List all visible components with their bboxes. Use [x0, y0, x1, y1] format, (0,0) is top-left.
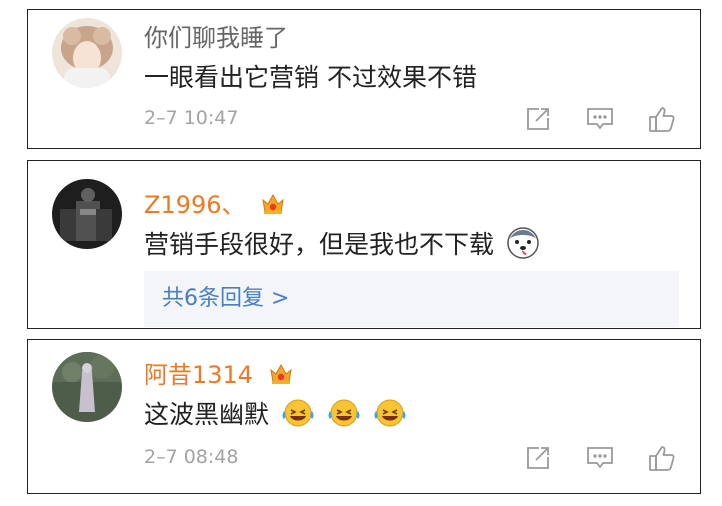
avatar[interactable] — [52, 18, 122, 88]
avatar[interactable] — [52, 179, 122, 249]
share-icon[interactable] — [524, 105, 552, 133]
comment-text: 一眼看出它营销 不过效果不错 — [144, 63, 477, 92]
comment-card: 阿昔1314 这波黑幽默 2–7 08:48 — [27, 339, 701, 494]
husky-emoji-icon — [506, 226, 540, 266]
timestamp: 2–7 10:47 — [144, 107, 239, 129]
crown-badge-icon — [267, 360, 295, 392]
laughing-tears-emoji-icon — [373, 398, 407, 434]
laughing-tears-emoji-icon — [327, 398, 361, 434]
action-bar — [524, 105, 676, 133]
comment-icon[interactable] — [586, 105, 614, 133]
timestamp: 2–7 08:48 — [144, 446, 239, 468]
username[interactable]: 阿昔1314 — [144, 355, 295, 392]
thumbs-up-icon[interactable] — [648, 105, 676, 133]
view-replies-link[interactable]: 共6条回复 > — [144, 271, 679, 327]
comment-text: 这波黑幽默 — [144, 395, 407, 434]
share-icon[interactable] — [524, 444, 552, 472]
username[interactable]: 你们聊我睡了 — [144, 18, 288, 53]
comment-card: Z1996、 营销手段很好，但是我也不下载 共6条回复 > — [27, 160, 701, 329]
comment-icon[interactable] — [586, 444, 614, 472]
comment-text: 营销手段很好，但是我也不下载 — [144, 225, 540, 266]
comment-card: 你们聊我睡了 一眼看出它营销 不过效果不错 2–7 10:47 — [27, 9, 701, 149]
avatar[interactable] — [52, 352, 122, 422]
crown-badge-icon — [259, 190, 287, 222]
thumbs-up-icon[interactable] — [648, 444, 676, 472]
laughing-tears-emoji-icon — [281, 398, 315, 434]
action-bar — [524, 444, 676, 472]
username[interactable]: Z1996、 — [144, 185, 287, 222]
